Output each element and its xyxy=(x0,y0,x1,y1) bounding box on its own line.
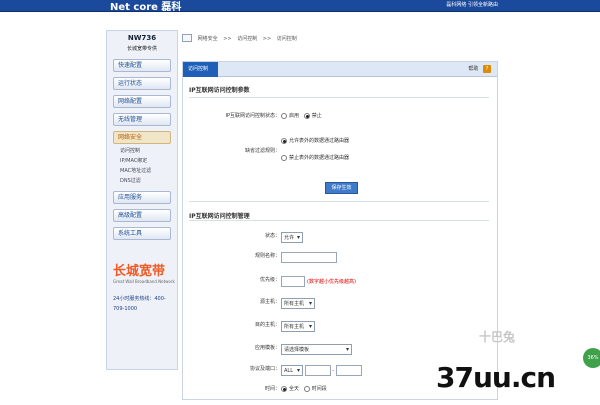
sidebar-item-advanced[interactable]: 高级配置 xyxy=(113,209,171,222)
state-select[interactable]: 允许 xyxy=(281,232,303,243)
submenu-dns-filter[interactable]: DNS过滤 xyxy=(120,176,171,186)
tab-access-control[interactable]: 访问控制 xyxy=(183,62,218,77)
src-host-row: 源主机： 所有主机 xyxy=(183,298,499,318)
main-panel: 访问控制 帮助 ? IP互联网访问控制参数 IP互联网访问控制状态： 启用 禁止… xyxy=(182,61,498,400)
sidebar-item-services[interactable]: 应用服务 xyxy=(113,191,171,204)
default-rule-label: 缺省过滤规则： xyxy=(244,148,280,154)
breadcrumb-separator: >> xyxy=(262,35,272,42)
help-link[interactable]: 帮助 ? xyxy=(468,65,491,73)
sidebar-item-network[interactable]: 网络配置 xyxy=(113,95,171,108)
service-hotline: 24小时服务热线：400-709-1000 xyxy=(113,296,166,312)
sidebar-item-quick-config[interactable]: 快速配置 xyxy=(113,59,171,72)
sidebar-item-label: 网络配置 xyxy=(118,98,143,105)
default-rule-row: 缺省过滤规则： 允许表外的数据通过路由器 禁止表外的数据通过路由器 xyxy=(183,137,499,167)
port-separator: - xyxy=(332,368,334,374)
rule-name-row: 规则名称： xyxy=(183,252,499,272)
port-start-input[interactable] xyxy=(304,365,331,376)
access-state-label: IP互联网访问控制状态： xyxy=(225,113,281,119)
destination-host-select[interactable]: 所有主机 xyxy=(281,321,315,332)
section-title-params: IP互联网访问控制参数 xyxy=(189,87,250,94)
sidebar: NW736 长城宽带专供 快速配置 运行状态 网络配置 无线管理 网络安全 访问… xyxy=(106,30,178,370)
submenu-ip-mac-bind[interactable]: IP/MAC绑定 xyxy=(120,156,171,166)
template-select[interactable]: 请选择模板 xyxy=(281,344,352,355)
sidebar-item-label: 应用服务 xyxy=(118,194,143,201)
divider xyxy=(189,97,489,98)
priority-input[interactable] xyxy=(281,276,305,287)
submenu-mac-filter[interactable]: MAC地址过滤 xyxy=(120,166,171,176)
sidebar-item-label: 运行状态 xyxy=(118,80,143,87)
default-deny-radio[interactable] xyxy=(281,154,287,161)
divider xyxy=(189,201,489,202)
divider xyxy=(189,220,489,221)
sidebar-item-status[interactable]: 运行状态 xyxy=(113,77,171,90)
breadcrumb-item: 访问控制 xyxy=(276,35,297,42)
source-host-select[interactable]: 所有主机 xyxy=(281,298,315,309)
default-rule-options: 允许表外的数据通过路由器 禁止表外的数据通过路由器 xyxy=(281,137,349,161)
sidebar-item-label: 快速配置 xyxy=(118,62,143,69)
watermark-logo: 十巴兔 xyxy=(479,330,516,344)
state-row: 状态： 允许 xyxy=(183,232,499,252)
sidebar-item-system-tools[interactable]: 系统工具 xyxy=(113,227,171,240)
model-subtitle: 长城宽带专供 xyxy=(126,46,157,52)
section-title-manage: IP互联网访问控制管理 xyxy=(189,213,250,220)
sidebar-item-security[interactable]: 网络安全 xyxy=(113,131,171,144)
protocol-select[interactable]: ALL xyxy=(281,365,303,376)
breadcrumb: 网络安全 >> 访问控制 >> 访问控制 xyxy=(182,34,301,42)
breadcrumb-item: 网络安全 xyxy=(197,35,218,42)
default-allow-radio[interactable] xyxy=(281,137,287,144)
sidebar-item-label: 系统工具 xyxy=(118,230,143,237)
help-icon: ? xyxy=(483,65,491,73)
progress-badge: 36% xyxy=(583,348,600,368)
sidebar-item-wireless[interactable]: 无线管理 xyxy=(113,113,171,126)
top-bar: Net core 磊科 磊科网络 引领全新路由 xyxy=(0,0,600,13)
priority-note: (数字越小优先级越高) xyxy=(307,279,356,285)
rule-name-input[interactable] xyxy=(281,252,337,263)
top-slogan: 磊科网络 引领全新路由 xyxy=(446,2,498,8)
time-all-day-radio[interactable] xyxy=(281,385,287,392)
breadcrumb-item: 访问控制 xyxy=(237,35,258,42)
sidebar-item-label: 高级配置 xyxy=(118,212,143,219)
breadcrumb-separator: >> xyxy=(223,35,232,42)
access-enable-radio[interactable] xyxy=(281,112,287,119)
watermark-text: 37uu.cn xyxy=(436,361,556,394)
access-disable-radio[interactable] xyxy=(303,112,310,119)
time-range-radio[interactable] xyxy=(303,385,310,392)
submenu-access-control[interactable]: 访问控制 xyxy=(120,146,171,156)
access-state-options: 启用 禁止 xyxy=(281,112,322,119)
sidebar-item-label: 网络安全 xyxy=(118,134,143,141)
access-state-row: IP互联网访问控制状态： 启用 禁止 xyxy=(183,112,499,132)
model-name: NW736 xyxy=(107,31,177,45)
great-wall-logo: 长城宽带 Great Wall Broadband Network xyxy=(113,264,175,284)
breadcrumb-icon xyxy=(182,34,192,42)
dst-host-row: 目的主机： 所有主机 xyxy=(183,321,499,341)
security-submenu: 访问控制 IP/MAC绑定 MAC地址过滤 DNS过滤 xyxy=(113,146,171,186)
port-end-input[interactable] xyxy=(335,365,362,376)
sidebar-nav: 快速配置 运行状态 网络配置 无线管理 网络安全 访问控制 IP/MAC绑定 M… xyxy=(113,59,171,240)
priority-row: 优先级： (数字越小优先级越高) xyxy=(259,276,356,287)
save-button[interactable]: 保存生效 xyxy=(325,182,358,194)
panel-tabbar: 访问控制 帮助 ? xyxy=(183,62,497,77)
brand-logo: Net core 磊科 xyxy=(110,2,182,13)
sidebar-item-label: 无线管理 xyxy=(118,116,143,123)
